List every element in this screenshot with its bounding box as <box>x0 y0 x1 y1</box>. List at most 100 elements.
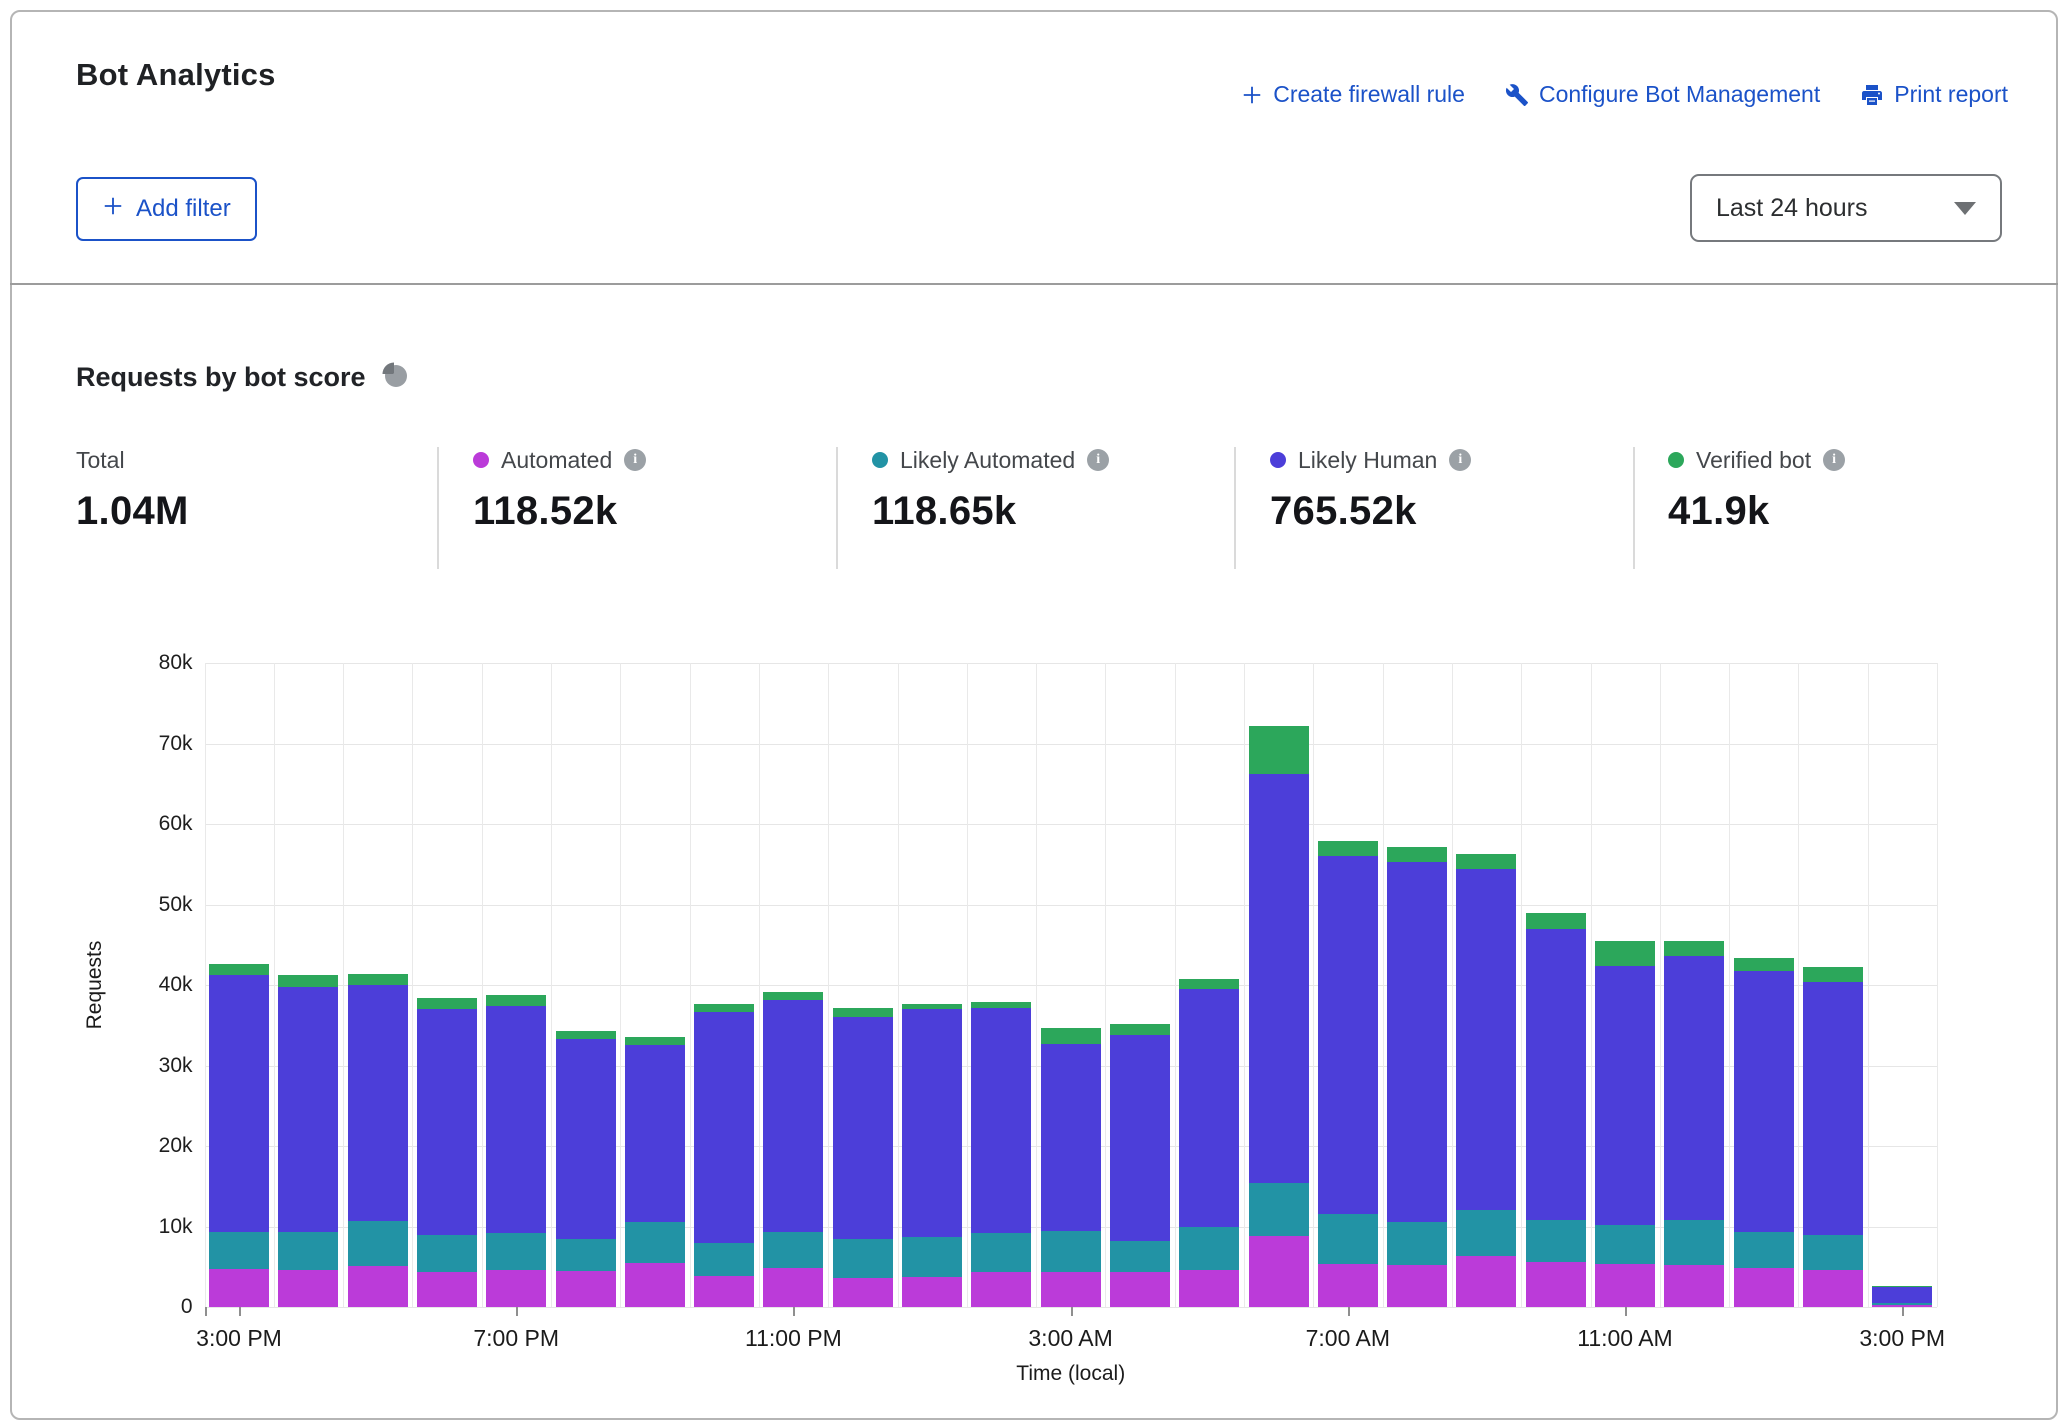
bar-segment-automated[interactable] <box>1526 1262 1586 1307</box>
bar-segment-likely-human[interactable] <box>1734 971 1794 1232</box>
bar-segment-verified-bot[interactable] <box>1872 1286 1932 1287</box>
bar-segment-likely-automated[interactable] <box>763 1232 823 1268</box>
bar-segment-verified-bot[interactable] <box>417 998 477 1009</box>
bar-segment-automated[interactable] <box>902 1277 962 1307</box>
bar-segment-likely-human[interactable] <box>1456 869 1516 1210</box>
bar-segment-likely-human[interactable] <box>625 1045 685 1223</box>
bar-segment-verified-bot[interactable] <box>1387 847 1447 862</box>
bar-segment-likely-human[interactable] <box>209 975 269 1233</box>
bar-segment-likely-automated[interactable] <box>1249 1183 1309 1236</box>
bar-segment-automated[interactable] <box>1734 1268 1794 1307</box>
bar-segment-verified-bot[interactable] <box>1803 967 1863 981</box>
bar-segment-verified-bot[interactable] <box>833 1008 893 1018</box>
bar-segment-automated[interactable] <box>971 1272 1031 1307</box>
bar-segment-verified-bot[interactable] <box>1734 958 1794 972</box>
bar-segment-verified-bot[interactable] <box>1249 726 1309 774</box>
bar-segment-verified-bot[interactable] <box>902 1004 962 1010</box>
bar-segment-automated[interactable] <box>694 1276 754 1307</box>
bar-segment-automated[interactable] <box>1664 1265 1724 1307</box>
info-icon[interactable]: i <box>624 449 646 471</box>
bar-segment-likely-human[interactable] <box>278 987 338 1233</box>
bar-segment-likely-automated[interactable] <box>486 1233 546 1270</box>
bar-segment-likely-human[interactable] <box>1387 862 1447 1223</box>
bar-segment-verified-bot[interactable] <box>1179 979 1239 989</box>
bar-segment-likely-automated[interactable] <box>1803 1235 1863 1270</box>
bar-segment-verified-bot[interactable] <box>1041 1028 1101 1043</box>
bar-segment-automated[interactable] <box>625 1263 685 1307</box>
bar-segment-automated[interactable] <box>833 1278 893 1307</box>
bar-segment-verified-bot[interactable] <box>1664 941 1724 956</box>
bar-segment-likely-automated[interactable] <box>1664 1220 1724 1265</box>
bar-segment-likely-human[interactable] <box>971 1008 1031 1233</box>
bar-segment-automated[interactable] <box>1318 1264 1378 1307</box>
bar-segment-automated[interactable] <box>1456 1256 1516 1307</box>
bar-segment-likely-automated[interactable] <box>1179 1227 1239 1270</box>
bar-segment-likely-human[interactable] <box>1110 1035 1170 1241</box>
bar-segment-likely-automated[interactable] <box>902 1237 962 1277</box>
create-firewall-rule-link[interactable]: Create firewall rule <box>1241 81 1465 108</box>
bar-segment-automated[interactable] <box>1595 1264 1655 1307</box>
configure-bot-management-link[interactable]: Configure Bot Management <box>1505 81 1820 108</box>
bar-segment-automated[interactable] <box>1249 1236 1309 1307</box>
bar-segment-automated[interactable] <box>1872 1305 1932 1307</box>
bar-segment-likely-automated[interactable] <box>417 1235 477 1272</box>
bar-segment-automated[interactable] <box>1041 1272 1101 1307</box>
bar-segment-likely-automated[interactable] <box>348 1221 408 1266</box>
bar-segment-likely-human[interactable] <box>417 1009 477 1234</box>
bar-segment-likely-human[interactable] <box>1041 1044 1101 1231</box>
bar-segment-automated[interactable] <box>1110 1272 1170 1307</box>
bar-segment-verified-bot[interactable] <box>556 1031 616 1039</box>
bar-segment-likely-human[interactable] <box>1526 929 1586 1220</box>
bar-segment-likely-automated[interactable] <box>556 1239 616 1271</box>
add-filter-button[interactable]: Add filter <box>76 177 257 241</box>
bar-segment-likely-human[interactable] <box>1595 966 1655 1225</box>
print-report-link[interactable]: Print report <box>1860 81 2008 108</box>
bar-segment-automated[interactable] <box>417 1272 477 1307</box>
bar-segment-likely-automated[interactable] <box>971 1233 1031 1272</box>
bar-segment-automated[interactable] <box>556 1271 616 1307</box>
bar-segment-verified-bot[interactable] <box>1526 913 1586 928</box>
bar-segment-likely-human[interactable] <box>902 1009 962 1237</box>
bar-segment-likely-human[interactable] <box>763 1000 823 1232</box>
bar-segment-verified-bot[interactable] <box>1595 941 1655 966</box>
bar-segment-verified-bot[interactable] <box>625 1037 685 1045</box>
bar-segment-likely-human[interactable] <box>1318 856 1378 1214</box>
bar-segment-likely-automated[interactable] <box>1595 1225 1655 1264</box>
info-icon[interactable]: i <box>1087 449 1109 471</box>
bar-segment-likely-automated[interactable] <box>278 1232 338 1270</box>
bar-segment-likely-automated[interactable] <box>1318 1214 1378 1264</box>
bar-segment-verified-bot[interactable] <box>348 974 408 985</box>
bar-segment-likely-automated[interactable] <box>694 1243 754 1277</box>
bar-segment-verified-bot[interactable] <box>763 992 823 1000</box>
bar-segment-likely-automated[interactable] <box>1041 1231 1101 1272</box>
bar-segment-automated[interactable] <box>278 1270 338 1307</box>
bar-segment-likely-human[interactable] <box>1872 1287 1932 1303</box>
bar-segment-verified-bot[interactable] <box>486 995 546 1006</box>
bar-segment-automated[interactable] <box>1387 1265 1447 1307</box>
bar-segment-likely-human[interactable] <box>694 1012 754 1242</box>
bar-segment-likely-automated[interactable] <box>1872 1303 1932 1305</box>
bar-segment-likely-human[interactable] <box>486 1006 546 1233</box>
bar-segment-likely-human[interactable] <box>833 1017 893 1239</box>
bar-segment-automated[interactable] <box>209 1269 269 1307</box>
bar-segment-verified-bot[interactable] <box>1318 841 1378 856</box>
bar-segment-verified-bot[interactable] <box>209 964 269 974</box>
bar-segment-likely-human[interactable] <box>348 985 408 1221</box>
bar-segment-automated[interactable] <box>763 1268 823 1307</box>
bar-segment-likely-human[interactable] <box>1803 982 1863 1235</box>
bar-segment-likely-human[interactable] <box>556 1039 616 1239</box>
bar-segment-verified-bot[interactable] <box>1456 854 1516 869</box>
time-range-select[interactable]: Last 24 hours <box>1690 174 2002 242</box>
info-icon[interactable]: i <box>1823 449 1845 471</box>
bar-segment-likely-automated[interactable] <box>209 1232 269 1269</box>
bar-segment-likely-human[interactable] <box>1664 956 1724 1220</box>
bar-segment-automated[interactable] <box>1179 1270 1239 1307</box>
bar-segment-likely-automated[interactable] <box>625 1222 685 1262</box>
bar-segment-likely-automated[interactable] <box>1110 1241 1170 1272</box>
bar-segment-automated[interactable] <box>348 1266 408 1307</box>
bar-segment-verified-bot[interactable] <box>278 975 338 986</box>
bar-segment-likely-automated[interactable] <box>1456 1210 1516 1256</box>
bar-segment-automated[interactable] <box>486 1270 546 1307</box>
bar-segment-likely-automated[interactable] <box>1734 1232 1794 1267</box>
info-icon[interactable]: i <box>1449 449 1471 471</box>
